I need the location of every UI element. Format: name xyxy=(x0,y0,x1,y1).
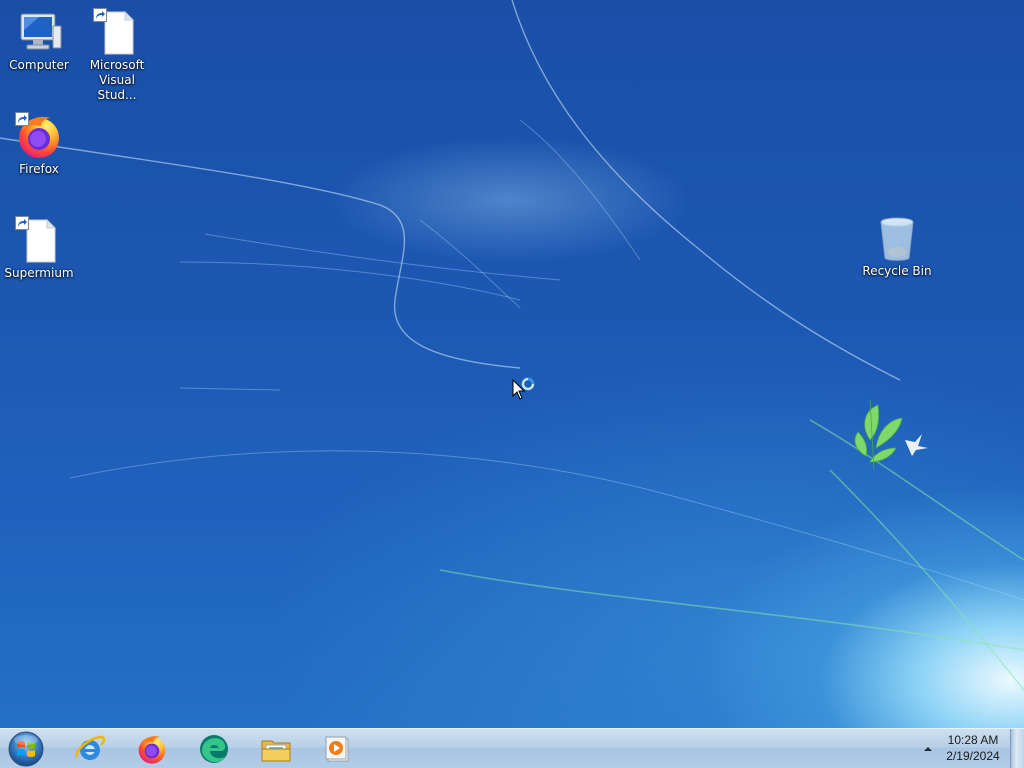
taskbar-file-explorer-button[interactable] xyxy=(248,731,304,767)
desktop-icon-recycle-bin[interactable]: Recycle Bin xyxy=(859,214,935,279)
edge-icon xyxy=(200,735,228,763)
clock-time: 10:28 AM xyxy=(947,733,999,747)
firefox-icon xyxy=(15,112,63,160)
taskbar-edge-button[interactable] xyxy=(186,731,242,767)
desktop-icon-label: Supermium xyxy=(4,266,74,280)
file-explorer-icon xyxy=(261,740,291,762)
desktop[interactable]: Computer Microsoft Visual Stud... Firefo… xyxy=(0,0,1024,728)
taskbar-clock[interactable]: 10:28 AM 2/19/2024 xyxy=(940,732,1006,764)
media-player-icon xyxy=(325,736,349,762)
start-orb-icon[interactable] xyxy=(6,730,46,768)
shortcut-arrow-icon xyxy=(15,112,29,126)
firefox-icon xyxy=(138,736,166,764)
clock-date: 2/19/2024 xyxy=(946,749,1000,763)
shortcut-arrow-icon xyxy=(15,216,29,230)
document-shortcut-icon xyxy=(93,8,141,56)
desktop-icon-label-line1: Microsoft xyxy=(89,58,145,72)
internet-explorer-icon xyxy=(75,735,106,760)
desktop-icon-computer[interactable]: Computer xyxy=(1,8,77,73)
taskbar: 10:28 AM 2/19/2024 xyxy=(0,728,1024,768)
desktop-icon-label: Firefox xyxy=(19,162,59,176)
recycle-bin-icon xyxy=(873,214,921,262)
desktop-icon-label: Computer xyxy=(9,58,69,72)
shortcut-arrow-icon xyxy=(93,8,107,22)
desktop-icon-label: Recycle Bin xyxy=(862,264,932,278)
desktop-icon-firefox[interactable]: Firefox xyxy=(1,112,77,177)
desktop-icon-label-line2: Visual Stud... xyxy=(97,73,137,102)
show-desktop-button[interactable] xyxy=(1010,729,1024,768)
wallpaper-swirls xyxy=(0,0,1024,691)
busy-cursor-icon xyxy=(512,377,535,400)
taskbar-firefox-button[interactable] xyxy=(124,731,180,767)
desktop-icon-visual-studio[interactable]: Microsoft Visual Stud... xyxy=(79,8,155,103)
desktop-icon-supermium[interactable]: Supermium xyxy=(1,216,77,281)
taskbar-internet-explorer-button[interactable] xyxy=(62,731,118,767)
taskbar-media-player-button[interactable] xyxy=(310,731,366,767)
show-hidden-icons-icon[interactable] xyxy=(920,741,936,757)
computer-icon xyxy=(15,8,63,56)
document-shortcut-icon xyxy=(15,216,63,264)
